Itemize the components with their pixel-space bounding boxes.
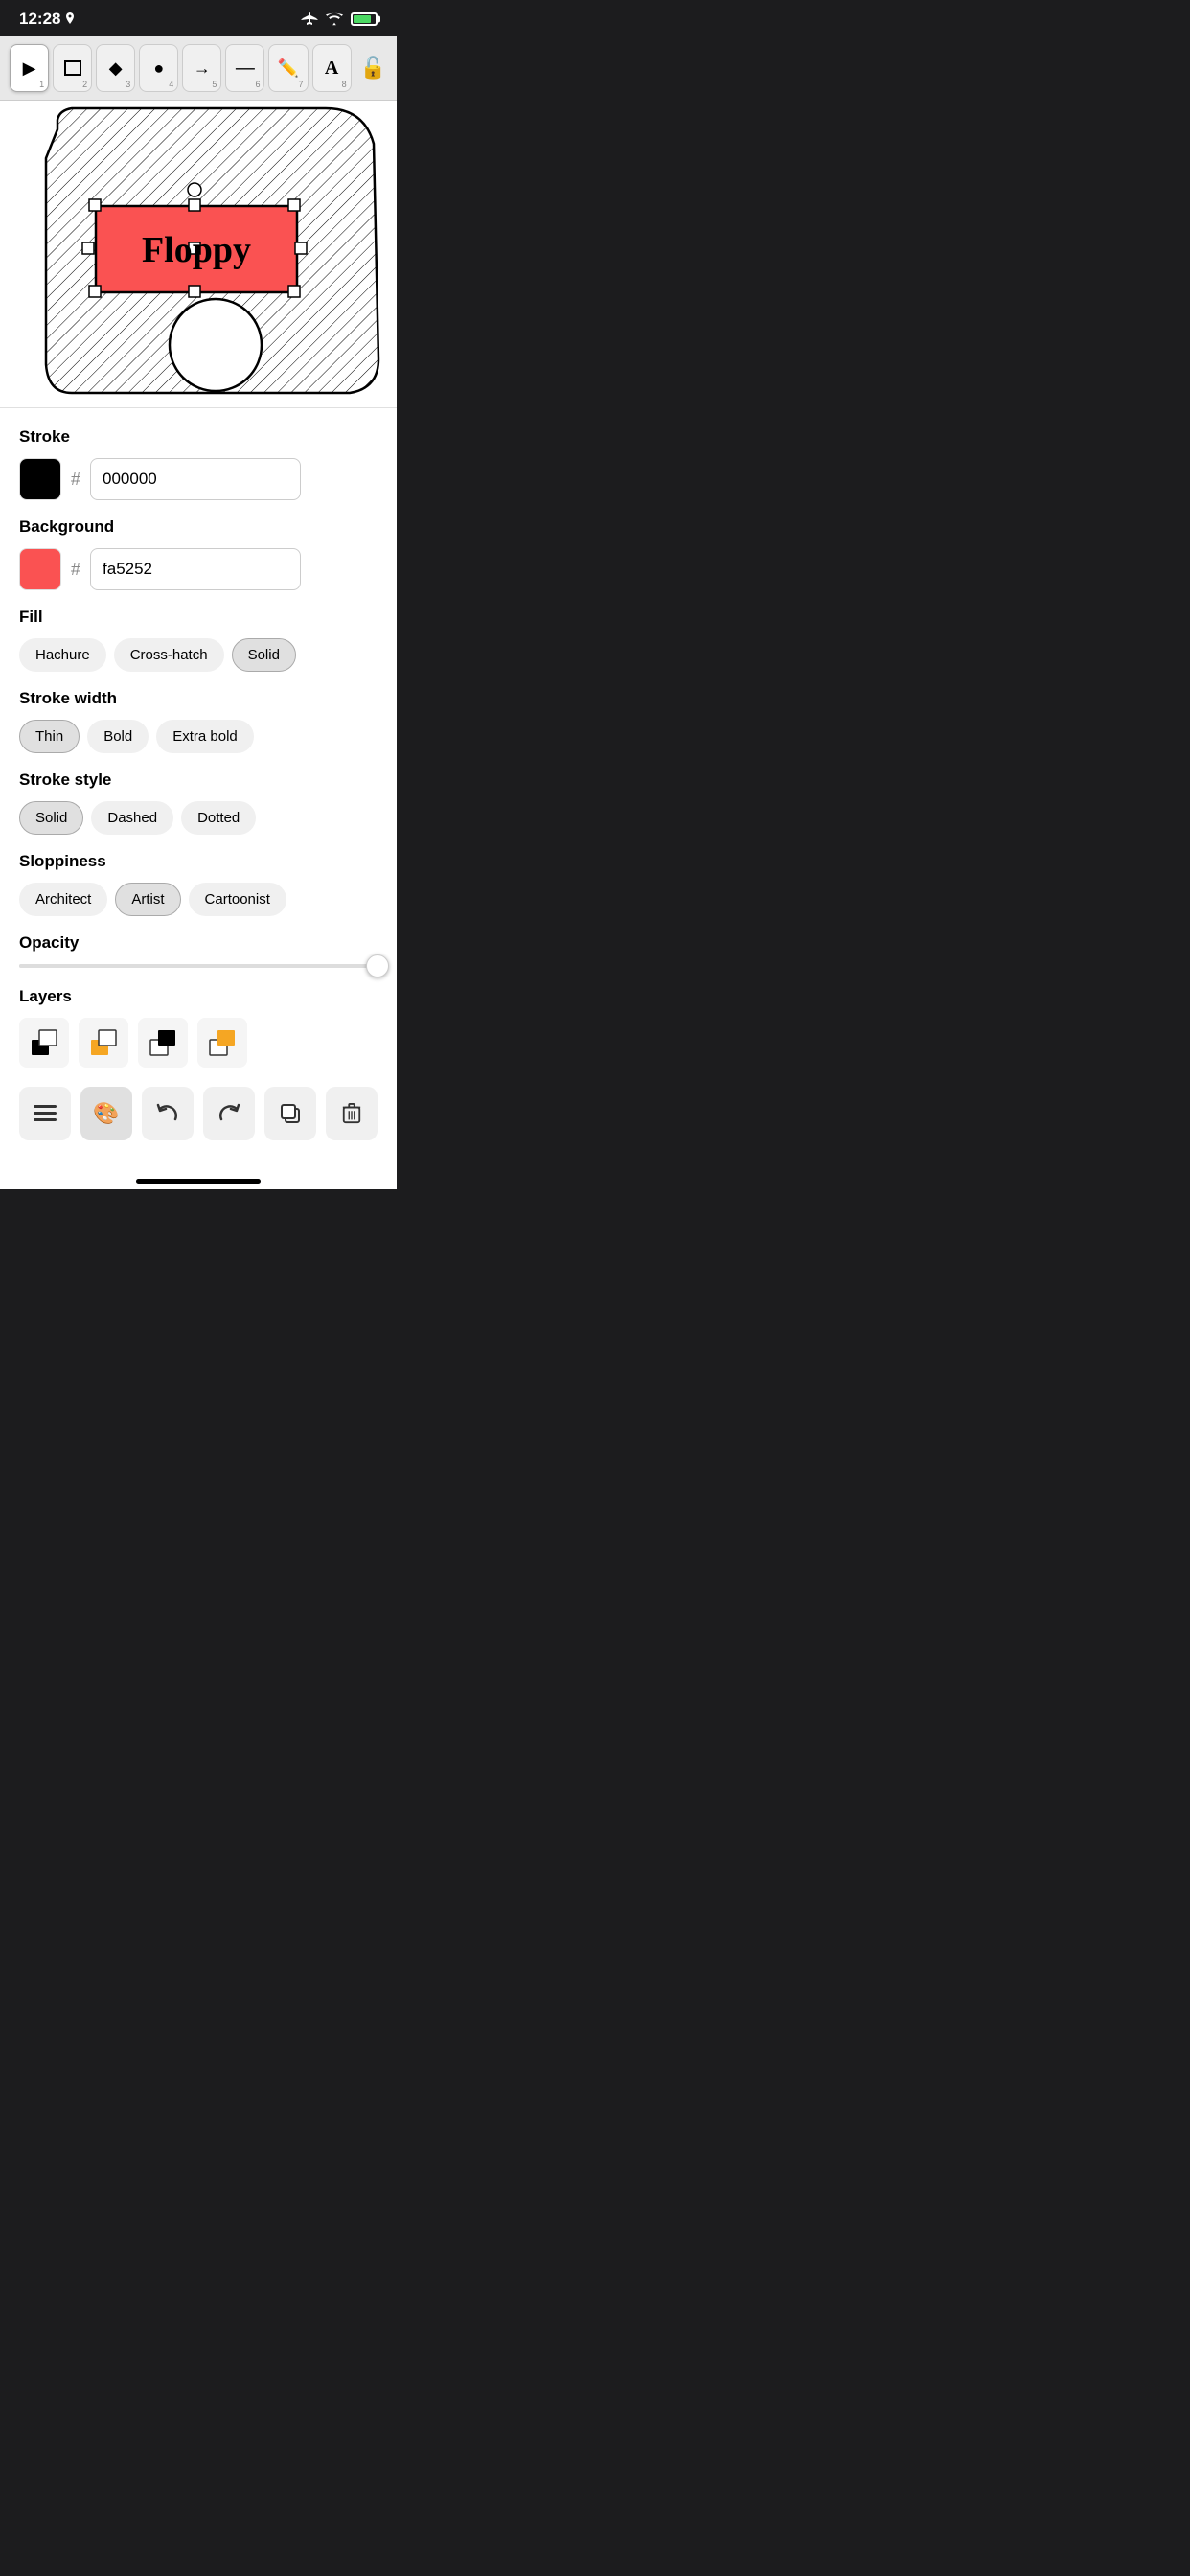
copy-button[interactable] — [264, 1087, 316, 1140]
lock-button[interactable]: 🔓 — [359, 44, 387, 92]
sloppiness-label: Sloppiness — [19, 852, 378, 871]
opacity-section: Opacity — [19, 933, 378, 968]
stroke-style-solid[interactable]: Solid — [19, 801, 83, 835]
redo-icon — [217, 1103, 240, 1124]
stroke-color-swatch[interactable] — [19, 458, 61, 500]
wifi-icon — [326, 12, 343, 26]
home-bar — [136, 1179, 261, 1184]
canvas-area[interactable]: Floppy — [0, 101, 397, 407]
palette-icon: 🎨 — [93, 1101, 119, 1126]
battery-icon — [351, 12, 378, 26]
layers-section: Layers — [19, 987, 378, 1068]
sloppiness-architect[interactable]: Architect — [19, 883, 107, 916]
location-icon — [64, 12, 76, 26]
stroke-color-input[interactable] — [90, 458, 301, 500]
stroke-hash: # — [71, 470, 80, 490]
undo-button[interactable] — [142, 1087, 194, 1140]
tool-circle[interactable]: ● 4 — [139, 44, 178, 92]
opacity-track — [19, 964, 378, 968]
opacity-thumb[interactable] — [366, 954, 389, 978]
stroke-width-extra-bold[interactable]: Extra bold — [156, 720, 254, 753]
stroke-width-thin[interactable]: Thin — [19, 720, 80, 753]
toolbar: ▶ 1 2 ◆ 3 ● 4 → 5 — 6 ✏️ 7 A 8 🔓 — [0, 36, 397, 101]
tool-arrow[interactable]: → 5 — [182, 44, 221, 92]
background-color-input[interactable] — [90, 548, 301, 590]
palette-button[interactable]: 🎨 — [80, 1087, 132, 1140]
fill-options: Hachure Cross-hatch Solid — [19, 638, 378, 672]
menu-button[interactable] — [19, 1087, 71, 1140]
home-indicator — [0, 1169, 397, 1189]
stroke-style-dashed[interactable]: Dashed — [91, 801, 173, 835]
sloppiness-artist[interactable]: Artist — [115, 883, 180, 916]
tool-text[interactable]: A 8 — [312, 44, 352, 92]
stroke-width-label: Stroke width — [19, 689, 378, 708]
background-color-swatch[interactable] — [19, 548, 61, 590]
airplane-icon — [301, 12, 318, 26]
tool-rectangle[interactable]: 2 — [53, 44, 92, 92]
background-hash: # — [71, 560, 80, 580]
fill-label: Fill — [19, 608, 378, 627]
sloppiness-cartoonist[interactable]: Cartoonist — [189, 883, 286, 916]
stroke-width-bold[interactable]: Bold — [87, 720, 149, 753]
status-time: 12:28 — [19, 10, 76, 29]
layers-label: Layers — [19, 987, 378, 1006]
layer-icon-4[interactable] — [197, 1018, 247, 1068]
canvas-svg: Floppy — [0, 101, 397, 407]
time-display: 12:28 — [19, 10, 60, 29]
layer-icon-3[interactable] — [138, 1018, 188, 1068]
layer-icon-1[interactable] — [19, 1018, 69, 1068]
opacity-label: Opacity — [19, 933, 378, 953]
redo-button[interactable] — [203, 1087, 255, 1140]
undo-icon — [156, 1103, 179, 1124]
stroke-width-options: Thin Bold Extra bold — [19, 720, 378, 753]
fill-option-solid[interactable]: Solid — [232, 638, 296, 672]
fill-option-hachure[interactable]: Hachure — [19, 638, 106, 672]
svg-text:Floppy: Floppy — [142, 230, 251, 270]
copy-icon — [280, 1103, 301, 1124]
opacity-fill — [19, 964, 359, 968]
opacity-slider-container[interactable] — [19, 964, 378, 968]
tool-cursor[interactable]: ▶ 1 — [10, 44, 49, 92]
background-color-row: # — [19, 548, 378, 590]
trash-icon — [342, 1103, 361, 1124]
layer-icons-row — [19, 1018, 378, 1068]
stroke-style-options: Solid Dashed Dotted — [19, 801, 378, 835]
status-icons — [301, 12, 378, 26]
action-bar: 🎨 — [19, 1087, 378, 1150]
stroke-style-label: Stroke style — [19, 770, 378, 790]
properties-panel: Stroke # Background # Fill Hachure Cross… — [0, 407, 397, 1169]
tool-pencil[interactable]: ✏️ 7 — [268, 44, 308, 92]
fill-option-crosshatch[interactable]: Cross-hatch — [114, 638, 224, 672]
status-bar: 12:28 — [0, 0, 397, 36]
layer-icon-2[interactable] — [79, 1018, 128, 1068]
menu-icon — [34, 1105, 57, 1122]
sloppiness-options: Architect Artist Cartoonist — [19, 883, 378, 916]
stroke-color-row: # — [19, 458, 378, 500]
delete-button[interactable] — [326, 1087, 378, 1140]
tool-diamond[interactable]: ◆ 3 — [96, 44, 135, 92]
stroke-label: Stroke — [19, 427, 378, 447]
stroke-style-dotted[interactable]: Dotted — [181, 801, 256, 835]
tool-line[interactable]: — 6 — [225, 44, 264, 92]
background-label: Background — [19, 518, 378, 537]
